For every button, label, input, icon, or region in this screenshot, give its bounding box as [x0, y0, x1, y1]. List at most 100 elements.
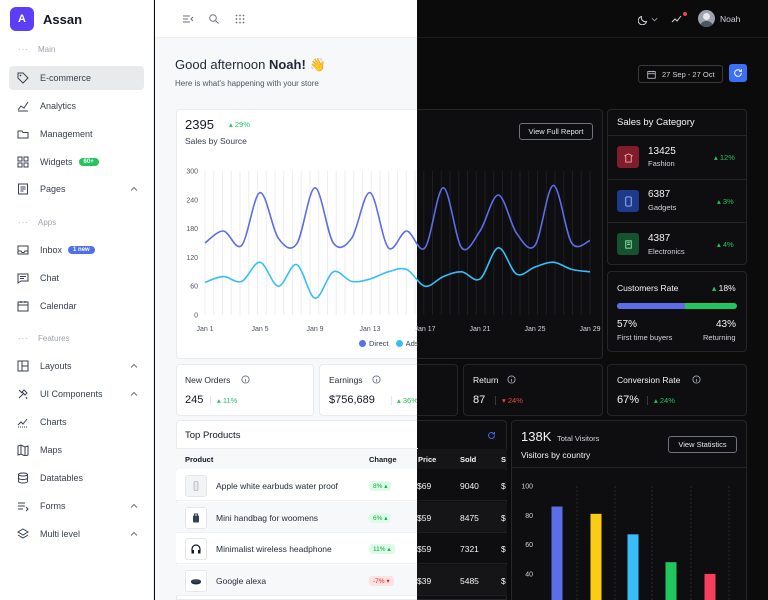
avatar[interactable]: [698, 10, 715, 27]
sidebar-item-chat[interactable]: Chat: [9, 266, 144, 290]
category-value: 6387: [648, 189, 671, 200]
change-pill: 8% ▴: [369, 481, 392, 491]
product-sales: $: [501, 512, 506, 523]
column-price[interactable]: Price: [418, 455, 436, 464]
stat-value: 67%: [617, 394, 640, 406]
y-tick-label: 0: [194, 313, 198, 320]
product-name[interactable]: Apple white earbuds water proof: [216, 481, 338, 491]
date-range-picker[interactable]: 27 Sep - 27 Oct: [638, 65, 723, 83]
database-icon: [18, 472, 28, 484]
user-name[interactable]: Noah: [720, 14, 740, 24]
product-name[interactable]: Google alexa: [216, 576, 266, 586]
page-subtitle: Here is what's happening with your store: [175, 79, 319, 88]
speaker-icon: [185, 569, 207, 592]
sales-label: Sales by Source: [185, 136, 247, 146]
brand[interactable]: A Assan: [10, 7, 82, 31]
returning-pct: 43%: [716, 319, 737, 330]
sidebar-item-widgets[interactable]: Widgets 60+: [9, 150, 144, 174]
sidebar-item-calendar[interactable]: Calendar: [9, 294, 144, 318]
chart-legend: Direct Ads: [359, 339, 420, 348]
category-delta: ▴ 3%: [717, 197, 734, 206]
customers-rate-bar: [617, 303, 737, 309]
map-icon: [17, 444, 29, 456]
charts-icon: [17, 418, 28, 428]
bar: [551, 506, 563, 600]
stat-label: New Orders: [185, 375, 231, 385]
table-row[interactable]: Minimalist wireless headphone 11% ▴ $59 732…: [176, 533, 507, 564]
product-price: $59: [417, 544, 432, 554]
view-statistics-button[interactable]: View Statistics: [668, 436, 737, 453]
sidebar-toggle-icon[interactable]: [182, 13, 194, 25]
sidebar-item-datatables[interactable]: Datatables: [9, 466, 144, 490]
view-full-report-button[interactable]: View Full Report: [519, 123, 593, 140]
column-sales[interactable]: S: [501, 455, 506, 464]
refresh-button[interactable]: [729, 64, 747, 82]
refresh-icon[interactable]: [487, 431, 496, 440]
sidebar-item-layouts[interactable]: Layouts: [9, 354, 144, 378]
y-tick-label: 300: [186, 169, 198, 176]
notification-dot: [683, 12, 687, 16]
sidebar-item-analytics[interactable]: Analytics: [9, 94, 144, 118]
change-pill: 6% ▴: [369, 512, 392, 523]
inbox-badge: 1 new: [68, 246, 95, 254]
x-tick-label: Jan 17: [414, 326, 435, 333]
sidebar-item-forms[interactable]: Forms: [9, 494, 144, 518]
apps-grid-icon[interactable]: [234, 13, 246, 25]
stat-card-conversion: [607, 364, 747, 416]
table-row[interactable]: Google alexa -7% ▾ $39 5485 $: [176, 564, 507, 596]
moon-icon[interactable]: [638, 13, 650, 25]
chart-line-icon: [17, 101, 29, 112]
shirt-icon: [617, 146, 639, 168]
headphone-icon: [185, 538, 207, 560]
activity-icon[interactable]: [671, 13, 683, 25]
table-row[interactable]: Apple white earbuds water proof 8% ▴ $69 90…: [176, 470, 507, 501]
stat-card-return: [463, 364, 603, 416]
product-name[interactable]: Mini handbag for woomens: [216, 513, 318, 523]
sidebar-item-charts[interactable]: Charts: [9, 410, 144, 434]
sidebar-item-ecommerce[interactable]: E-commerce: [9, 66, 144, 90]
bar: [590, 513, 602, 600]
change-pill: 11% ▴: [369, 544, 395, 554]
y-tick-label: 40: [525, 571, 533, 578]
sidebar-item-ui-components[interactable]: UI Components: [9, 382, 144, 406]
info-icon[interactable]: [507, 375, 516, 384]
column-sold[interactable]: Sold: [460, 455, 476, 464]
sidebar: A Assan ··· Main E-commerce Analytics Man…: [0, 0, 154, 600]
chevron-up-icon: [130, 531, 138, 536]
table-row[interactable]: Mini handbag for woomens 6% ▴ $59 8475 $: [176, 501, 507, 533]
pages-icon: [18, 183, 28, 195]
category-delta: ▴ 12%: [714, 153, 735, 162]
chevron-down-icon[interactable]: [651, 16, 658, 23]
sidebar-item-management[interactable]: Management: [9, 122, 144, 146]
info-icon[interactable]: [372, 375, 381, 384]
stat-delta: ▴ 24%: [647, 396, 675, 405]
sidebar-item-inbox[interactable]: Inbox 1 new: [9, 238, 144, 262]
stat-delta: ▴ 36%: [391, 396, 417, 405]
bar: [627, 534, 639, 600]
category-name: Electronics: [648, 247, 685, 256]
product-sales: $: [501, 575, 506, 586]
info-icon[interactable]: [241, 375, 250, 384]
section-label-apps: ··· Apps: [18, 218, 57, 227]
search-icon[interactable]: [208, 13, 220, 25]
column-product[interactable]: Product: [185, 455, 213, 464]
column-change[interactable]: Change: [369, 455, 397, 464]
first-time-pct: 57%: [617, 319, 638, 330]
sidebar-item-pages[interactable]: Pages: [9, 177, 144, 201]
returning-label: Returning: [703, 333, 736, 342]
product-name[interactable]: Minimalist wireless headphone: [216, 544, 332, 554]
sidebar-item-maps[interactable]: Maps: [9, 438, 144, 462]
product-sold: 8475: [460, 512, 479, 523]
y-tick-label: 100: [521, 484, 533, 491]
chevron-up-icon: [130, 363, 138, 368]
category-delta: ▴ 4%: [717, 240, 734, 249]
legend-direct-swatch: [359, 340, 366, 347]
y-tick-label: 180: [186, 226, 198, 233]
sidebar-item-multi-level[interactable]: Multi level: [9, 522, 144, 546]
stat-delta: ▴ 11%: [210, 396, 237, 405]
sales-total: 2395: [185, 117, 214, 132]
stat-label: Earnings: [329, 375, 363, 385]
visitors-total: 138K: [521, 429, 552, 444]
stat-label: Conversion Rate: [617, 375, 681, 385]
info-icon[interactable]: [692, 375, 701, 384]
